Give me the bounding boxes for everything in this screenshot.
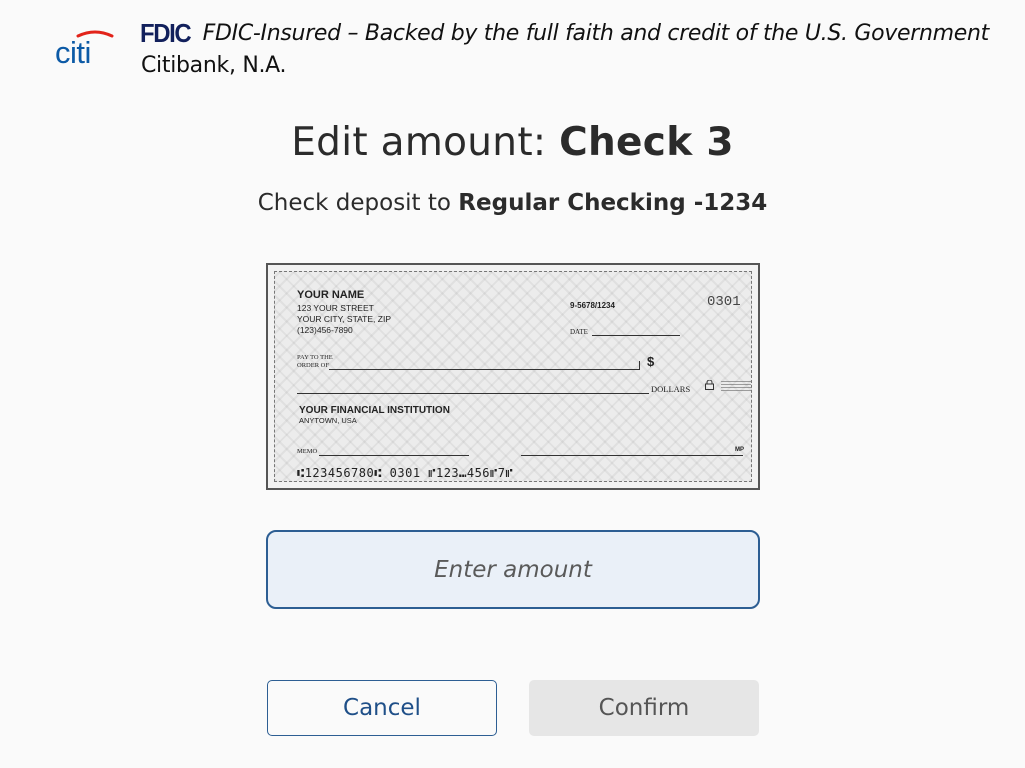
page-title: Edit amount: Check 3 (0, 120, 1025, 165)
title-prefix: Edit amount: (291, 120, 560, 165)
check-dollar-sign: $ (647, 354, 655, 369)
amount-input[interactable] (266, 530, 760, 609)
lock-icon (705, 380, 714, 390)
date-line (592, 335, 680, 336)
payee-line-end (639, 361, 640, 370)
check-bank-city: ANYTOWN, USA (299, 416, 357, 425)
pay-to-line-2: ORDER OF (297, 362, 329, 369)
check-address-line: 123 YOUR STREET (297, 303, 374, 313)
check-face: YOUR NAME 123 YOUR STREET YOUR CITY, STA… (274, 271, 752, 482)
bank-name: Citibank, N.A. (141, 53, 287, 78)
check-memo-label: MEMO (297, 448, 318, 455)
amount-words-line (297, 393, 649, 394)
check-routing-fraction: 9-5678/1234 (570, 301, 615, 310)
cancel-button[interactable]: Cancel (267, 680, 497, 736)
check-payer-address: 123 YOUR STREET YOUR CITY, STATE, ZIP (1… (297, 303, 391, 336)
citi-logo: citi (54, 30, 118, 70)
logo-text: citi (55, 35, 91, 70)
check-bank-name: YOUR FINANCIAL INSTITUTION (299, 405, 450, 416)
check-date-label: DATE (570, 328, 588, 336)
check-dollars-label: DOLLARS (651, 384, 691, 394)
check-pay-to-label: PAY TO THE ORDER OF (297, 354, 333, 370)
signature-line (521, 455, 743, 456)
fdic-insured-text: FDIC-Insured – Backed by the full faith … (202, 20, 990, 46)
check-micr-line: ⑆123456780⑆ 0301 ⑈123⑉456⑈7⑈ (297, 466, 514, 480)
security-features-note (721, 381, 751, 393)
fdic-notice: FDIC FDIC-Insured – Backed by the full f… (140, 18, 989, 48)
subtitle-prefix: Check deposit to (257, 190, 459, 216)
confirm-button[interactable]: Confirm (529, 680, 759, 736)
check-payer-name: YOUR NAME (297, 289, 365, 301)
memo-line (319, 455, 469, 456)
deposit-account-line: Check deposit to Regular Checking -1234 (0, 190, 1025, 216)
fdic-logo: FDIC (140, 17, 192, 48)
check-image: YOUR NAME 123 YOUR STREET YOUR CITY, STA… (266, 263, 760, 490)
check-label: Check 3 (559, 120, 734, 165)
payee-line (329, 369, 639, 370)
check-number: 0301 (707, 294, 741, 310)
pay-to-line-1: PAY TO THE (297, 354, 333, 361)
account-name: Regular Checking -1234 (458, 190, 768, 216)
check-address-line: (123)456-7890 (297, 325, 353, 335)
check-mp-mark: MP (735, 447, 744, 453)
check-address-line: YOUR CITY, STATE, ZIP (297, 314, 391, 324)
